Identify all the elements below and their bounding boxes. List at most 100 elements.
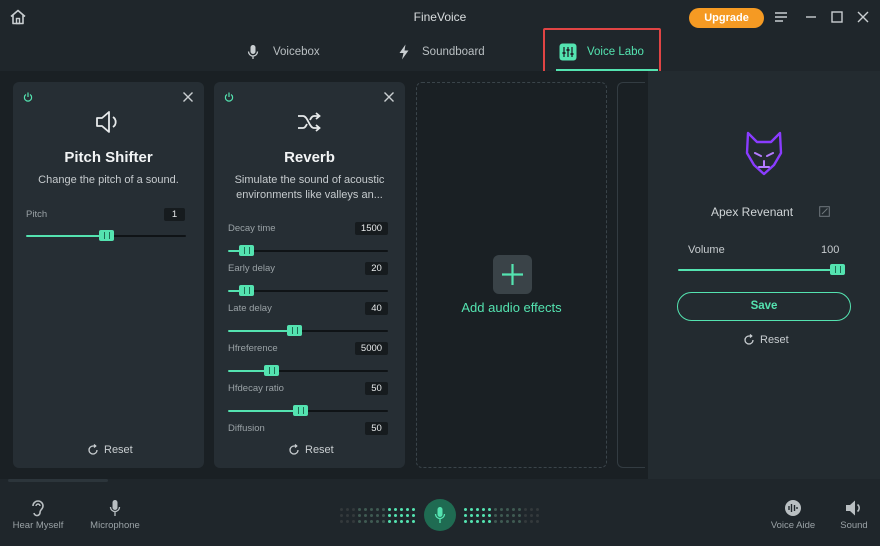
meter-dot	[394, 514, 397, 517]
speaker-volume-icon	[846, 500, 860, 516]
reset-button[interactable]: Reset	[87, 444, 133, 456]
microphone-button[interactable]: Microphone	[86, 499, 144, 531]
effect-card-reverb: Reverb Simulate the sound of acoustic en…	[214, 82, 405, 468]
meter-dot	[388, 520, 391, 523]
voice-aide-button[interactable]: Voice Aide	[764, 499, 822, 531]
edit-icon[interactable]	[819, 206, 830, 217]
voice-reset-button[interactable]: Reset	[743, 334, 789, 346]
close-icon[interactable]	[182, 91, 194, 103]
param-slider[interactable]	[228, 285, 388, 296]
meter-dot	[524, 520, 527, 523]
param-label-pitch: Pitch	[26, 209, 48, 220]
param-value-pitch[interactable]: 1	[164, 208, 185, 221]
param-label: Decay time	[228, 223, 276, 234]
param-value[interactable]: 5000	[355, 342, 388, 355]
reset-button[interactable]: Reset	[288, 444, 334, 456]
slider-thumb[interactable]	[830, 264, 845, 275]
close-icon[interactable]	[383, 91, 395, 103]
slider-fill	[678, 269, 844, 271]
meter-dot	[370, 514, 373, 517]
param-label: Late delay	[228, 303, 272, 314]
save-button[interactable]: Save	[677, 292, 851, 321]
param-slider[interactable]	[228, 245, 388, 256]
slider-fill	[228, 330, 294, 332]
ear-icon	[32, 500, 44, 517]
meter-dot	[536, 514, 539, 517]
effect-description-line: Simulate the sound of acoustic	[234, 174, 385, 186]
add-effects-label[interactable]: Add audio effects	[416, 300, 607, 315]
param-value[interactable]: 1500	[355, 222, 388, 235]
hear-myself-button[interactable]: Hear Myself	[9, 499, 67, 531]
meter-dot	[518, 508, 521, 511]
meter-dot	[536, 508, 539, 511]
param-value[interactable]: 40	[365, 302, 388, 315]
slider-thumb[interactable]	[99, 230, 114, 241]
meter-dot	[506, 520, 509, 523]
close-icon[interactable]	[855, 9, 871, 25]
meter-dot	[524, 514, 527, 517]
param-slider[interactable]	[228, 325, 388, 336]
shuffle-icon	[298, 112, 321, 132]
param-value[interactable]: 20	[365, 262, 388, 275]
slider-thumb[interactable]	[239, 285, 254, 296]
meter-dot	[364, 514, 367, 517]
meter-dot	[400, 514, 403, 517]
microphone-icon	[109, 500, 121, 516]
param-slider[interactable]	[228, 365, 388, 376]
voice-waveform-icon	[785, 500, 801, 516]
slider-fill	[26, 235, 106, 237]
voice-aide-label: Voice Aide	[770, 520, 816, 531]
tab-label: Voicebox	[273, 46, 320, 58]
reset-label: Reset	[760, 334, 789, 346]
slider-thumb[interactable]	[287, 325, 302, 336]
meter-dot	[376, 514, 379, 517]
reset-icon	[88, 444, 98, 455]
slider-thumb[interactable]	[264, 365, 279, 376]
meter-dot	[464, 508, 467, 511]
microphone-icon	[247, 45, 259, 59]
meter-dot	[364, 520, 367, 523]
param-value[interactable]: 50	[365, 422, 388, 435]
meter-dot	[512, 508, 515, 511]
param-slider[interactable]	[228, 405, 388, 416]
add-effect-button[interactable]	[493, 255, 532, 294]
slider-thumb[interactable]	[293, 405, 308, 416]
tab-voicebox[interactable]: Voicebox	[247, 34, 320, 70]
volume-label: Volume	[688, 244, 725, 256]
sound-button[interactable]: Sound	[834, 499, 874, 531]
tab-soundboard[interactable]: Soundboard	[398, 34, 485, 70]
meter-dot	[340, 520, 343, 523]
meter-dot	[412, 514, 415, 517]
power-icon[interactable]	[224, 92, 234, 102]
volume-slider[interactable]	[678, 264, 845, 275]
upgrade-button[interactable]: Upgrade	[689, 8, 764, 28]
meter-dot	[406, 520, 409, 523]
meter-dot	[376, 508, 379, 511]
minimize-icon[interactable]	[803, 9, 819, 25]
meter-dot	[470, 514, 473, 517]
effect-title: Reverb	[284, 149, 335, 166]
voice-panel: Apex Revenant Volume 100 Save Reset	[648, 71, 880, 479]
meter-dot	[352, 520, 355, 523]
pitch-slider[interactable]	[26, 230, 186, 241]
meter-dot	[506, 514, 509, 517]
speaker-icon	[96, 111, 117, 133]
sound-label: Sound	[840, 520, 868, 531]
meter-dot	[352, 514, 355, 517]
meter-dot	[524, 508, 527, 511]
power-icon[interactable]	[23, 92, 33, 102]
param-value[interactable]: 50	[365, 382, 388, 395]
meter-dot	[482, 514, 485, 517]
mic-toggle-button[interactable]	[424, 499, 456, 531]
meter-dot	[470, 520, 473, 523]
meter-dot	[406, 514, 409, 517]
scrollbar[interactable]	[8, 479, 108, 482]
meter-dot	[370, 508, 373, 511]
maximize-icon[interactable]	[829, 9, 845, 25]
meter-dot	[530, 520, 533, 523]
meter-dot	[500, 514, 503, 517]
hamburger-menu-icon[interactable]	[773, 9, 789, 25]
meter-dot	[382, 514, 385, 517]
slider-thumb[interactable]	[239, 245, 254, 256]
meter-dot	[400, 520, 403, 523]
